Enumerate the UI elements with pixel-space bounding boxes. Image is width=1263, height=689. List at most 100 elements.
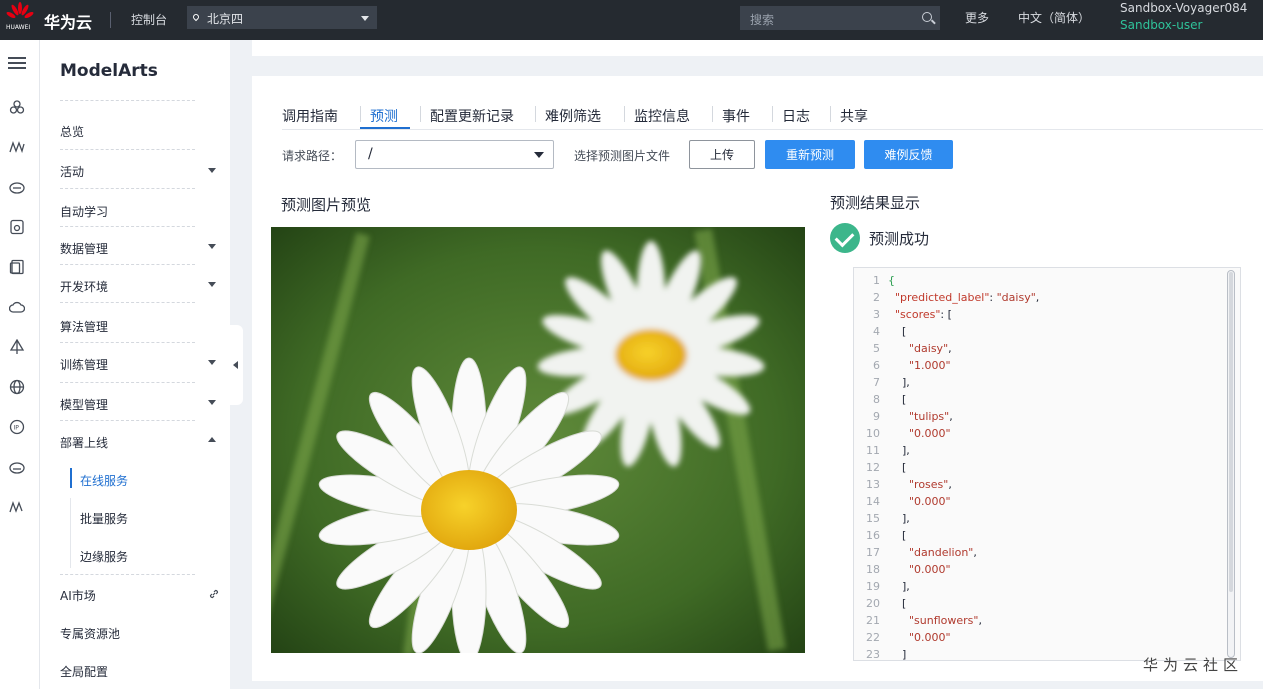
sidebar-item-global-config[interactable]: 全局配置 — [60, 663, 108, 680]
result-json-viewer[interactable]: 1{2 "predicted_label": "daisy", 3 "scores… — [853, 267, 1241, 661]
divider — [60, 226, 195, 227]
modelarts-icon[interactable] — [8, 138, 26, 156]
tab-hard-examples[interactable]: 难例筛选 — [545, 106, 601, 126]
modelarts-alt-icon[interactable] — [8, 498, 26, 516]
sidebar-item-ai-market[interactable]: AI市场 — [60, 587, 96, 604]
sidebar-item-models[interactable]: 模型管理 — [60, 396, 108, 413]
console-link[interactable]: 控制台 — [131, 11, 167, 28]
upload-button[interactable]: 上传 — [689, 140, 755, 169]
line-number: 5 — [873, 342, 880, 355]
tab-monitoring[interactable]: 监控信息 — [634, 106, 690, 126]
code-line: 9 "tulips", — [854, 410, 1224, 427]
code-line: 16 [ — [854, 529, 1224, 546]
region-label: 北京四 — [207, 12, 244, 26]
line-content: ], — [888, 444, 910, 457]
line-number: 21 — [866, 614, 880, 627]
code-line: 3 "scores": [ — [854, 308, 1224, 325]
chevron-down-icon[interactable] — [208, 360, 216, 365]
chevron-down-icon — [534, 152, 544, 158]
scrollbar[interactable] — [1227, 270, 1235, 658]
network-icon[interactable] — [8, 338, 26, 356]
divider — [624, 106, 625, 122]
search-input[interactable]: 搜索 — [740, 6, 940, 30]
code-line: 7 ], — [854, 376, 1224, 393]
code-line: 12 [ — [854, 461, 1224, 478]
globe-icon[interactable] — [8, 378, 26, 396]
line-number: 4 — [873, 325, 880, 338]
database-icon[interactable] — [8, 258, 26, 276]
sidebar-item-resource-pool[interactable]: 专属资源池 — [60, 625, 120, 642]
divider — [360, 106, 361, 122]
chevron-down-icon[interactable] — [208, 282, 216, 287]
request-path-select[interactable]: / — [355, 140, 554, 169]
repredict-button[interactable]: 重新预测 — [765, 140, 855, 169]
chevron-down-icon[interactable] — [208, 400, 216, 405]
chevron-down-icon[interactable] — [208, 168, 216, 173]
line-number: 10 — [866, 427, 880, 440]
line-content: "predicted_label": "daisy", — [895, 291, 1040, 304]
storage-icon[interactable] — [8, 218, 26, 236]
sidebar-item-deploy[interactable]: 部署上线 — [60, 434, 108, 451]
divider — [60, 100, 195, 101]
tab-predict[interactable]: 预测 — [370, 106, 398, 126]
line-number: 11 — [866, 444, 880, 457]
cloud-icon[interactable] — [8, 298, 26, 316]
divider — [420, 106, 421, 122]
region-selector[interactable]: 北京四 — [187, 6, 377, 29]
ip-icon[interactable]: IP — [8, 418, 26, 436]
header-strip — [252, 40, 1263, 56]
code-line: 1{ — [854, 274, 1224, 291]
divider — [712, 106, 713, 122]
sidebar-item-data[interactable]: 数据管理 — [60, 240, 108, 257]
sidebar-subitem-edge-service[interactable]: 边缘服务 — [80, 548, 128, 565]
line-number: 12 — [866, 461, 880, 474]
language-selector[interactable]: 中文（简体） — [1018, 9, 1090, 26]
divider — [772, 106, 773, 122]
sidebar-subitem-batch-service[interactable]: 批量服务 — [80, 510, 128, 527]
tab-guide[interactable]: 调用指南 — [282, 106, 338, 126]
tab-logs[interactable]: 日志 — [782, 106, 810, 126]
line-number: 17 — [866, 546, 880, 559]
scrollbar-thumb[interactable] — [1229, 272, 1233, 592]
menu-icon[interactable] — [8, 54, 26, 72]
divider — [535, 106, 536, 122]
search-icon[interactable] — [922, 12, 932, 22]
chevron-up-icon[interactable] — [208, 437, 216, 442]
tab-share[interactable]: 共享 — [840, 106, 868, 126]
external-link-icon[interactable] — [208, 588, 220, 600]
sidebar-item-training[interactable]: 训练管理 — [60, 356, 108, 373]
sidebar-item-activity[interactable]: 活动 — [60, 163, 84, 180]
account-name[interactable]: Sandbox-Voyager084 — [1120, 1, 1247, 15]
sidebar-item-devenv[interactable]: 开发环境 — [60, 278, 108, 295]
line-number: 2 — [873, 291, 880, 304]
tab-config-history[interactable]: 配置更新记录 — [430, 106, 514, 126]
line-content: ], — [888, 512, 910, 525]
tab-events[interactable]: 事件 — [722, 106, 750, 126]
huawei-logo[interactable]: HUAWEI — [6, 2, 34, 36]
line-number: 20 — [866, 597, 880, 610]
line-content: [ — [888, 325, 907, 338]
line-content: ] — [888, 648, 907, 661]
brand-name[interactable]: 华为云 — [44, 9, 92, 33]
user-name[interactable]: Sandbox-user — [1120, 18, 1202, 32]
sidebar-item-overview[interactable]: 总览 — [60, 123, 84, 140]
code-line: 19 ], — [854, 580, 1224, 597]
code-line: 2 "predicted_label": "daisy", — [854, 291, 1224, 308]
line-content: [ — [888, 461, 907, 474]
file-select-label: 选择预测图片文件 — [574, 149, 671, 163]
line-number: 18 — [866, 563, 880, 576]
cloud-storage-icon[interactable] — [8, 458, 26, 476]
sidebar-item-algorithms[interactable]: 算法管理 — [60, 318, 108, 335]
cluster-icon[interactable] — [8, 98, 26, 116]
line-content: [ — [888, 393, 907, 406]
more-menu[interactable]: 更多 — [965, 9, 989, 26]
cloud-service-icon[interactable] — [8, 178, 26, 196]
result-title: 预测结果显示 — [830, 194, 921, 212]
prediction-image — [271, 227, 805, 653]
sidebar-item-automl[interactable]: 自动学习 — [60, 203, 108, 220]
chevron-down-icon[interactable] — [208, 244, 216, 249]
sidebar-subitem-online-service[interactable]: 在线服务 — [80, 472, 128, 489]
sidebar-collapse-handle[interactable] — [229, 325, 243, 405]
location-pin-icon — [191, 12, 201, 22]
hard-example-feedback-button[interactable]: 难例反馈 — [864, 140, 953, 169]
